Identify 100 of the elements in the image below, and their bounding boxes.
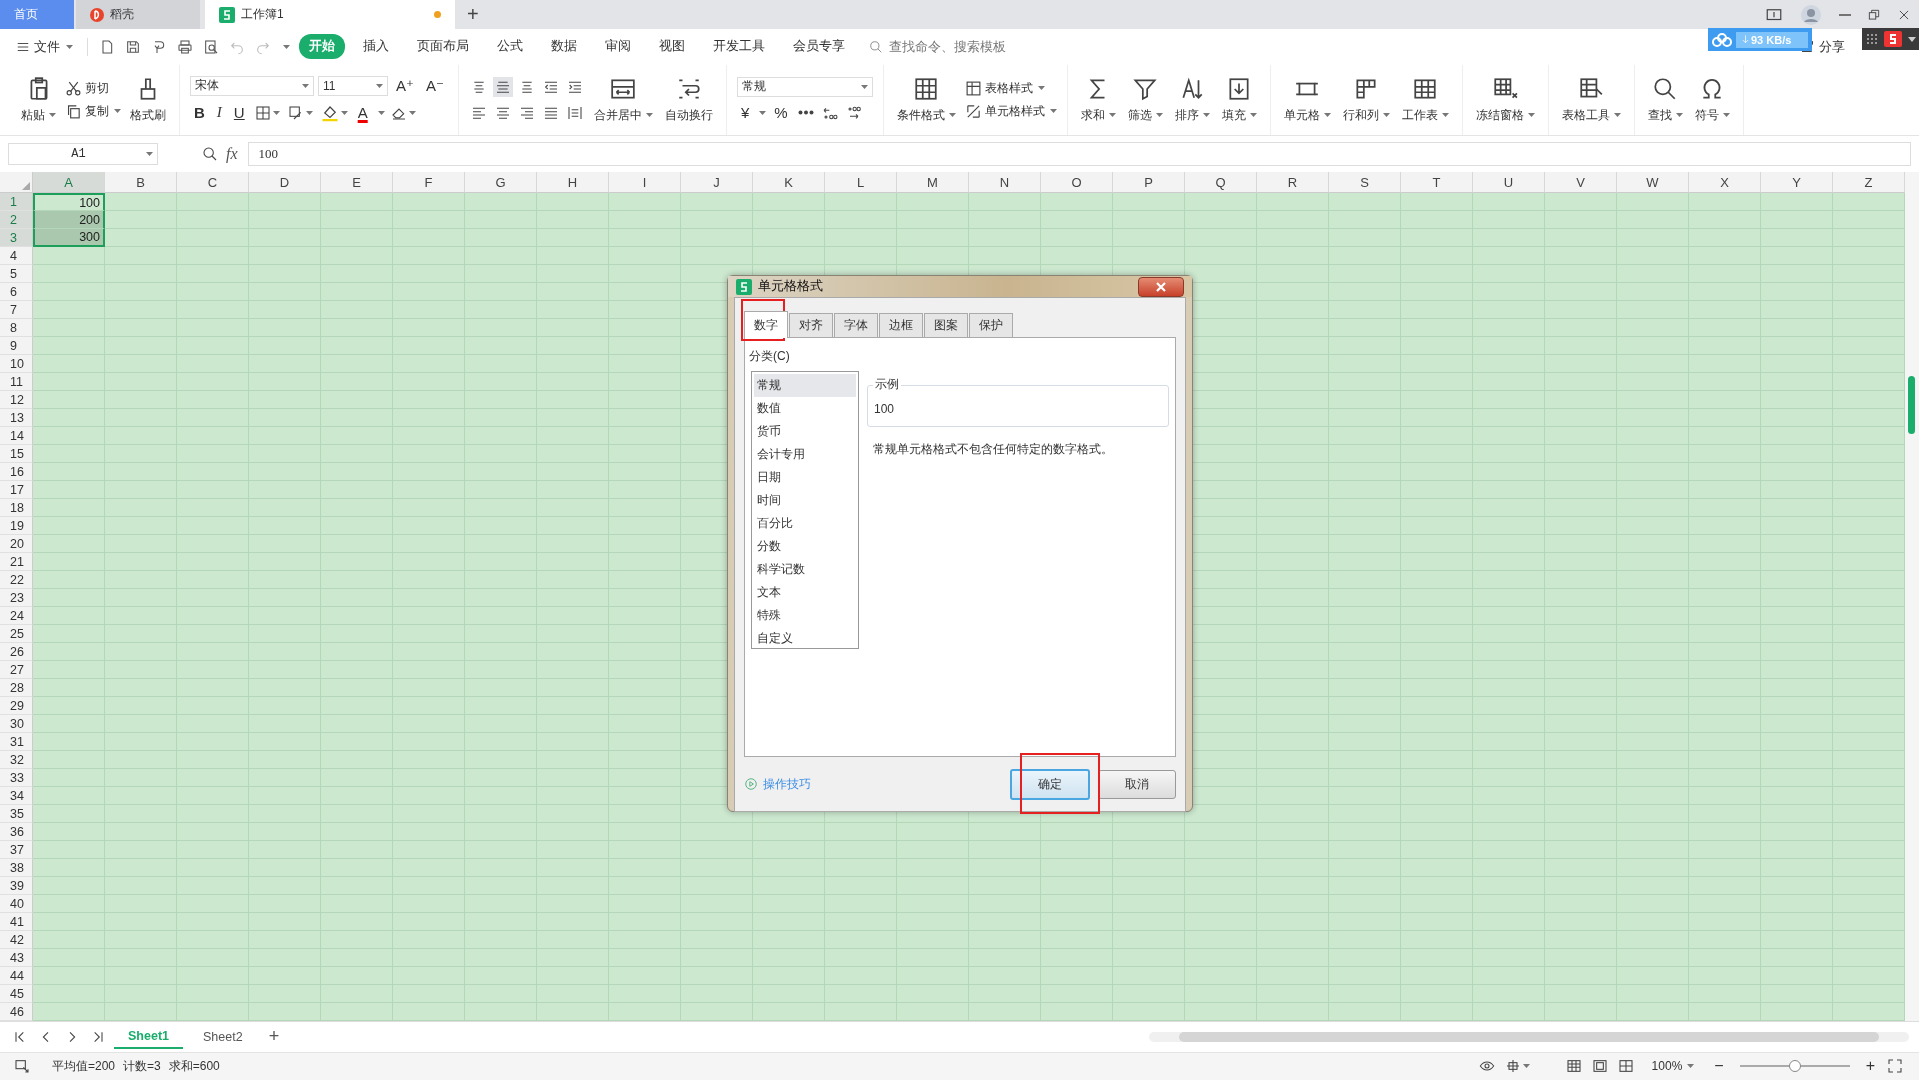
category-item[interactable]: 文本 [754, 581, 856, 604]
column-header[interactable]: S [1329, 172, 1401, 194]
row-header[interactable]: 5 [0, 265, 33, 284]
category-item[interactable]: 自定义 [754, 627, 856, 650]
row-header[interactable]: 20 [0, 535, 33, 554]
font-color-button[interactable]: A [353, 104, 372, 122]
column-header[interactable]: C [177, 172, 249, 194]
column-header[interactable]: M [897, 172, 969, 194]
row-header[interactable]: 18 [0, 499, 33, 518]
row-header[interactable]: 23 [0, 589, 33, 608]
row-header[interactable]: 21 [0, 553, 33, 572]
row-header[interactable]: 40 [0, 895, 33, 914]
row-header[interactable]: 41 [0, 913, 33, 932]
column-header[interactable]: X [1689, 172, 1761, 194]
row-header[interactable]: 1 [0, 193, 33, 212]
ribbon-button[interactable]: 符号 [1691, 73, 1733, 126]
category-item[interactable]: 日期 [754, 466, 856, 489]
add-sheet-button[interactable]: + [262, 1026, 286, 1048]
cell-style-button[interactable]: 单元格样式 [964, 102, 1057, 120]
row-header[interactable]: 17 [0, 481, 33, 500]
dialog-tab[interactable]: 对齐 [789, 313, 833, 337]
copy-button[interactable]: 复制 [65, 102, 121, 120]
dialog-tab[interactable]: 保护 [969, 313, 1013, 337]
vertical-scrollbar[interactable] [1905, 172, 1919, 1022]
close-button[interactable] [1138, 277, 1184, 297]
table-cell[interactable]: 300 [33, 229, 105, 248]
row-header[interactable]: 25 [0, 625, 33, 644]
align-middle-button[interactable] [492, 76, 513, 97]
horizontal-scrollbar[interactable] [1149, 1031, 1909, 1042]
column-header[interactable]: O [1041, 172, 1113, 194]
font-name-dropdown[interactable]: 宋体 [190, 75, 314, 96]
row-header[interactable]: 9 [0, 337, 33, 356]
new-tab-button[interactable]: + [455, 0, 491, 30]
row-header[interactable]: 12 [0, 391, 33, 410]
menu-tab[interactable]: 开发工具 [703, 34, 775, 60]
ribbon-button[interactable]: 工作表 [1398, 73, 1452, 126]
avatar-icon[interactable] [1801, 4, 1821, 25]
column-header[interactable]: K [753, 172, 825, 194]
menu-tab[interactable]: 页面布局 [407, 34, 479, 60]
column-header[interactable]: V [1545, 172, 1617, 194]
row-header[interactable]: 46 [0, 1003, 33, 1022]
row-header[interactable]: 4 [0, 247, 33, 266]
name-box[interactable]: A1 [8, 143, 158, 166]
column-header[interactable]: T [1401, 172, 1473, 194]
ribbon-button[interactable]: 表格工具 [1558, 73, 1624, 126]
row-header[interactable]: 44 [0, 967, 33, 986]
category-list[interactable]: 常规 数值 货币 会计专用 日期 时间 百分比 分数 科学记数 文本 特殊 自定义 [751, 371, 859, 649]
currency-button[interactable]: ¥ [736, 104, 754, 122]
cancel-button[interactable]: 取消 [1098, 769, 1176, 799]
ribbon-button[interactable]: 求和 [1077, 73, 1119, 126]
row-header[interactable]: 37 [0, 841, 33, 860]
slider-thumb[interactable] [1788, 1060, 1801, 1073]
underline-button[interactable]: U [229, 104, 249, 122]
ribbon-button[interactable]: 冻结窗格 [1472, 73, 1538, 126]
row-header[interactable]: 43 [0, 949, 33, 968]
merge-center-button[interactable]: 合并居中 [590, 73, 656, 126]
table-cell[interactable]: 200 [33, 211, 105, 230]
number-format-dropdown[interactable]: 常规 [736, 76, 873, 97]
ribbon-button[interactable]: 筛选 [1124, 73, 1166, 126]
font-size-dropdown[interactable]: 11 [318, 75, 388, 96]
column-header[interactable]: R [1257, 172, 1329, 194]
formula-input[interactable]: 100 [247, 142, 1911, 167]
ribbon-button[interactable]: 行和列 [1339, 73, 1393, 126]
column-header[interactable]: W [1617, 172, 1689, 194]
menu-tab[interactable]: 插入 [353, 34, 399, 60]
row-header[interactable]: 36 [0, 823, 33, 842]
zoom-dropdown[interactable]: 100% [1651, 1059, 1695, 1074]
zoom-in-button[interactable]: + [1861, 1057, 1879, 1076]
row-header[interactable]: 8 [0, 319, 33, 338]
command-search[interactable]: 查找命令、搜索模板 [869, 38, 1041, 55]
row-header[interactable]: 27 [0, 661, 33, 680]
category-item[interactable]: 货币 [754, 420, 856, 443]
ribbon-button[interactable]: 单元格 [1280, 73, 1334, 126]
column-header[interactable]: L [825, 172, 897, 194]
category-item[interactable]: 特殊 [754, 604, 856, 627]
row-header[interactable]: 26 [0, 643, 33, 662]
file-menu[interactable]: 文件 [10, 37, 79, 56]
ribbon-button[interactable]: 查找 [1644, 73, 1686, 126]
menu-tab[interactable]: 数据 [541, 34, 587, 60]
category-item[interactable]: 时间 [754, 489, 856, 512]
dialog-tab[interactable]: 边框 [879, 313, 923, 337]
format-painter-button[interactable]: 格式刷 [127, 73, 169, 126]
row-header[interactable]: 42 [0, 931, 33, 950]
column-header[interactable]: D [249, 172, 321, 194]
row-header[interactable]: 14 [0, 427, 33, 446]
row-header[interactable]: 7 [0, 301, 33, 320]
row-header[interactable]: 39 [0, 877, 33, 896]
row-header[interactable]: 15 [0, 445, 33, 464]
category-item[interactable]: 数值 [754, 397, 856, 420]
row-header[interactable]: 32 [0, 751, 33, 770]
column-header[interactable]: I [609, 172, 681, 194]
row-header[interactable]: 35 [0, 805, 33, 824]
column-header[interactable]: U [1473, 172, 1545, 194]
row-header[interactable]: 22 [0, 571, 33, 590]
row-header[interactable]: 11 [0, 373, 33, 392]
menu-tab[interactable]: 公式 [487, 34, 533, 60]
table-cell[interactable]: 100 [33, 193, 105, 212]
menu-tab[interactable]: 视图 [649, 34, 695, 60]
menu-tab[interactable]: 审阅 [595, 34, 641, 60]
minimize-icon[interactable] [1839, 13, 1851, 16]
